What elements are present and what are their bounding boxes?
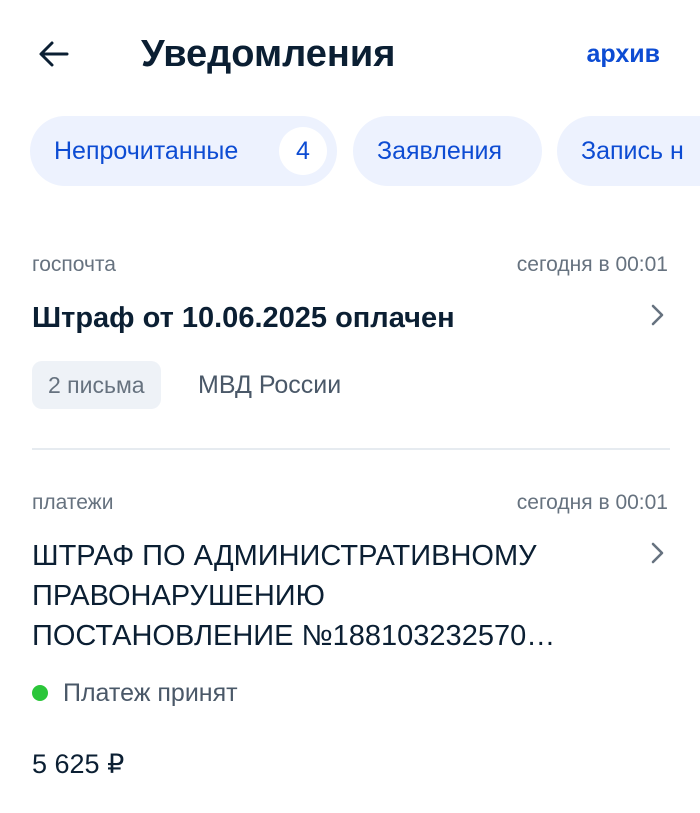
chip-unread-label: Непрочитанные bbox=[54, 137, 239, 165]
notification-title-line: ШТРАФ ПО АДМИНИСТРАТИВНОМУ bbox=[32, 540, 537, 572]
notification-title-line: ПОСТАНОВЛЕНИЕ №188103232570… bbox=[32, 620, 556, 652]
back-button[interactable] bbox=[30, 30, 78, 78]
notification-title-line: ПРАВОНАРУШЕНИЮ bbox=[32, 580, 325, 612]
chevron-right-icon bbox=[651, 304, 664, 326]
chip-appointment[interactable]: Запись н bbox=[557, 116, 700, 186]
unread-count-badge: 4 bbox=[279, 127, 327, 175]
chip-applications[interactable]: Заявления bbox=[353, 116, 542, 186]
notification-card[interactable]: платежи сегодня в 00:01 ШТРАФ ПО АДМИНИС… bbox=[32, 488, 670, 788]
notification-time: сегодня в 00:01 bbox=[516, 491, 668, 514]
notification-title: ШТРАФ ПО АДМИНИСТРАТИВНОМУ ПРАВОНАРУШЕНИ… bbox=[32, 536, 632, 656]
notification-time: сегодня в 00:01 bbox=[516, 253, 668, 276]
header: Уведомления архив bbox=[0, 0, 700, 110]
notification-title: Штраф от 10.06.2025 оплачен bbox=[32, 302, 455, 334]
notification-meta: госпочта сегодня в 00:01 bbox=[32, 250, 668, 280]
chip-unread[interactable]: Непрочитанные 4 bbox=[30, 116, 337, 186]
page-title: Уведомления bbox=[141, 33, 396, 75]
payment-status-text: Платеж принят bbox=[63, 679, 238, 707]
notifications-screen: Уведомления архив Непрочитанные 4 Заявле… bbox=[0, 0, 700, 813]
notification-category: госпочта bbox=[32, 253, 116, 276]
payment-amount: 5 625 ₽ bbox=[32, 749, 125, 779]
archive-link[interactable]: архив bbox=[587, 38, 661, 70]
arrow-left-icon bbox=[39, 41, 69, 67]
notification-card[interactable]: госпочта сегодня в 00:01 Штраф от 10.06.… bbox=[32, 250, 670, 450]
notification-category: платежи bbox=[32, 491, 114, 514]
chip-appointment-label: Запись н bbox=[581, 137, 684, 165]
notification-meta: платежи сегодня в 00:01 bbox=[32, 488, 668, 518]
status-dot-icon bbox=[32, 685, 48, 701]
chip-applications-label: Заявления bbox=[377, 137, 503, 165]
chevron-right-icon bbox=[651, 542, 664, 564]
letters-count-tag: 2 письма bbox=[32, 361, 161, 409]
notification-sender: МВД России bbox=[198, 371, 342, 399]
divider bbox=[32, 448, 670, 450]
